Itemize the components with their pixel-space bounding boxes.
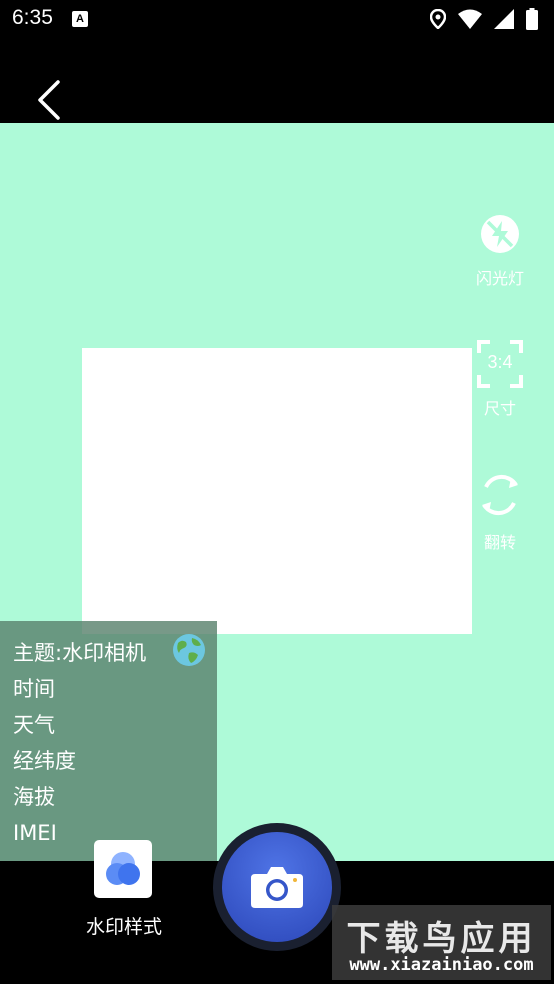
site-watermark: 下载鸟应用 www.xiazainiao.com (332, 905, 551, 980)
preview-frame (82, 348, 472, 634)
notification-icon: A (72, 11, 88, 27)
flash-off-icon (481, 215, 519, 253)
status-time: 6:35 (12, 6, 53, 29)
battery-icon (526, 8, 538, 30)
info-coordinates: 经纬度 (13, 749, 76, 773)
signal-icon (494, 9, 514, 29)
status-bar: 6:35 A (0, 0, 554, 38)
back-arrow-icon[interactable] (30, 78, 66, 122)
status-icons (430, 8, 538, 30)
aspect-ratio-text: 3:4 (487, 352, 513, 372)
camera-icon (251, 867, 303, 908)
wifi-icon (458, 9, 482, 29)
overlapping-circles-icon (106, 852, 140, 885)
top-bar (0, 38, 554, 123)
info-weather: 天气 (13, 713, 55, 737)
location-icon (430, 9, 446, 29)
info-altitude: 海拔 (13, 785, 55, 809)
watermark-title: 下载鸟应用 (346, 919, 537, 959)
aspect-ratio-icon: 3:4 (476, 339, 524, 389)
shutter-button[interactable] (222, 832, 332, 942)
watermark-info-panel[interactable]: 主题:水印相机 时间 天气 经纬度 海拔 IMEI (0, 621, 217, 861)
size-label: 尺寸 (483, 399, 516, 418)
watermark-url: www.xiazainiao.com (349, 955, 534, 975)
info-time: 时间 (13, 677, 55, 701)
size-button[interactable]: 3:4 尺寸 (470, 339, 530, 419)
flip-label: 翻转 (483, 533, 516, 552)
watermark-style-label: 水印样式 (85, 916, 162, 938)
flash-label: 闪光灯 (475, 269, 524, 288)
watermark-style-button[interactable] (94, 840, 152, 898)
flash-button[interactable]: 闪光灯 (470, 213, 530, 289)
globe-icon (173, 634, 205, 666)
flip-camera-icon (482, 474, 518, 516)
flip-button[interactable]: 翻转 (470, 471, 530, 553)
